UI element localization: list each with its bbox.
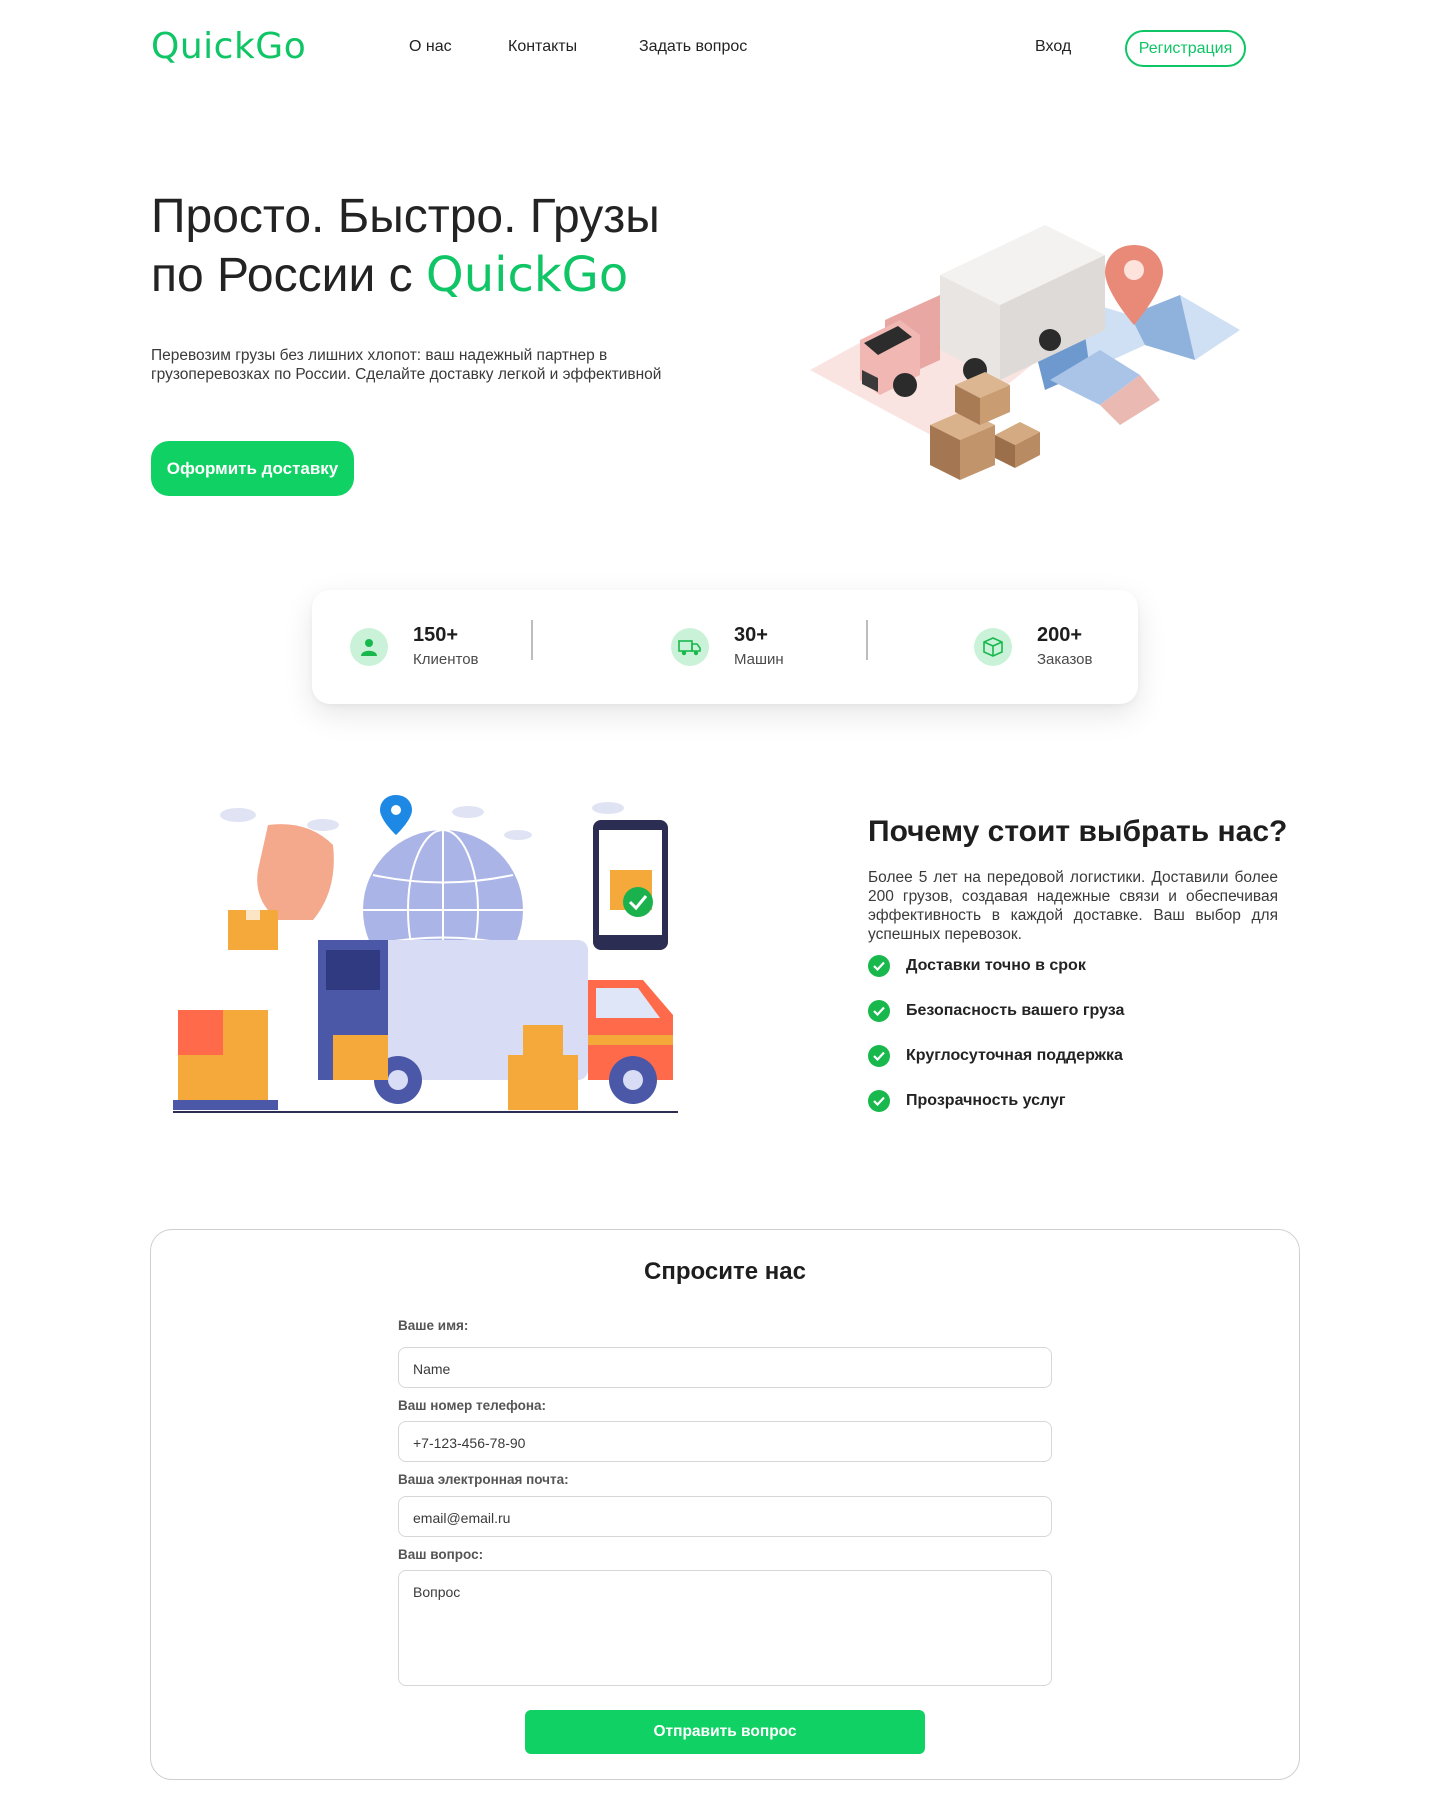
stat-orders-label: Заказов: [1037, 651, 1093, 668]
box-icon: [974, 628, 1012, 666]
hero-title: Просто. Быстро. Грузы по России с QuickG…: [151, 188, 771, 305]
question-label: Ваш вопрос:: [398, 1547, 484, 1562]
location-pin-icon: [380, 795, 412, 835]
logo[interactable]: QuickGo: [151, 26, 306, 67]
feature-label: Прозрачность услуг: [906, 1092, 1066, 1109]
feature-label: Круглосуточная поддержка: [906, 1047, 1123, 1064]
phone-label: Ваш номер телефона:: [398, 1398, 547, 1413]
email-label: Ваша электронная почта:: [398, 1472, 569, 1487]
ask-form: Спросите нас Ваше имя: Name Ваш номер те…: [150, 1229, 1300, 1780]
question-textarea[interactable]: Вопрос: [398, 1570, 1052, 1686]
nav-ask-question[interactable]: Задать вопрос: [639, 38, 747, 56]
email-input[interactable]: email@email.ru: [398, 1496, 1052, 1537]
hero-title-line2: по России с: [151, 249, 426, 302]
nav-about[interactable]: О нас: [409, 38, 452, 56]
check-icon: [868, 1045, 890, 1067]
feature-label: Доставки точно в срок: [906, 957, 1086, 974]
stat-trucks-value: 30+: [734, 624, 768, 646]
feature-item: Доставки точно в срок: [868, 954, 1086, 978]
register-button[interactable]: Регистрация: [1125, 30, 1246, 67]
truck-icon: [671, 628, 709, 666]
order-delivery-button[interactable]: Оформить доставку: [151, 441, 354, 496]
phone-icon: [593, 820, 668, 950]
login-link[interactable]: Вход: [1035, 38, 1071, 56]
hero-title-brand: QuickGo: [425, 247, 629, 303]
name-input[interactable]: Name: [398, 1347, 1052, 1388]
hero-title-line1: Просто. Быстро. Грузы: [151, 190, 660, 243]
stat-trucks-label: Машин: [734, 651, 784, 668]
stat-clients-label: Клиентов: [413, 651, 479, 668]
stat-divider: [531, 620, 533, 660]
check-icon: [868, 955, 890, 977]
feature-item: Круглосуточная поддержка: [868, 1044, 1123, 1068]
form-title: Спросите нас: [644, 1258, 806, 1285]
name-label: Ваше имя:: [398, 1318, 469, 1333]
stat-divider: [866, 620, 868, 660]
feature-item: Прозрачность услуг: [868, 1089, 1066, 1113]
logistics-illustration: [173, 795, 678, 1113]
why-text: Более 5 лет на передовой логистики. Дост…: [868, 869, 1278, 943]
stats-card: 150+ Клиентов 30+ Машин 200+ Заказов: [312, 590, 1138, 704]
hero-subtitle: Перевозим грузы без лишних хлопот: ваш н…: [151, 347, 662, 383]
feature-label: Безопасность вашего груза: [906, 1002, 1125, 1019]
check-icon: [868, 1000, 890, 1022]
hand-box-icon: [228, 824, 334, 950]
user-icon: [350, 628, 388, 666]
phone-input[interactable]: +7-123-456-78-90: [398, 1421, 1052, 1462]
why-title: Почему стоит выбрать нас?: [868, 815, 1288, 848]
stat-clients-value: 150+: [413, 624, 459, 646]
feature-item: Безопасность вашего груза: [868, 999, 1124, 1023]
submit-question-button[interactable]: Отправить вопрос: [525, 1710, 925, 1754]
check-icon: [868, 1090, 890, 1112]
delivery-truck-map-illustration: [810, 225, 1240, 480]
stat-orders-value: 200+: [1037, 624, 1083, 646]
nav-contacts[interactable]: Контакты: [508, 38, 577, 56]
